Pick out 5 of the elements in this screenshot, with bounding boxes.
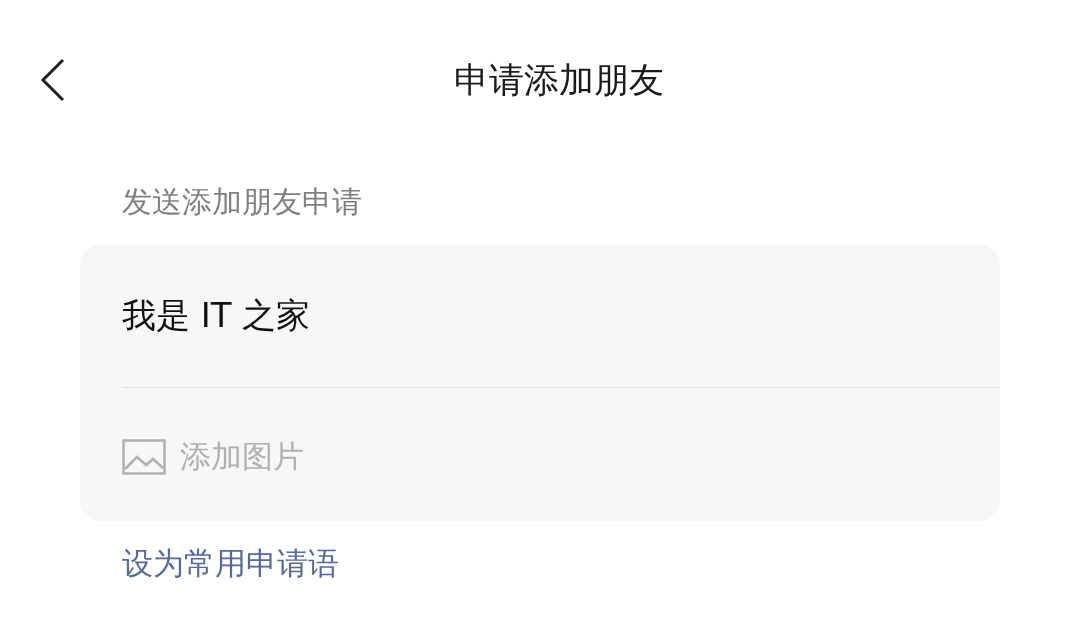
image-icon — [122, 439, 166, 475]
section-label: 发送添加朋友申请 — [121, 183, 363, 221]
set-common-phrase-link[interactable]: 设为常用申请语 — [122, 543, 339, 585]
page-title: 申请添加朋友 — [453, 58, 665, 102]
back-icon — [40, 58, 66, 102]
